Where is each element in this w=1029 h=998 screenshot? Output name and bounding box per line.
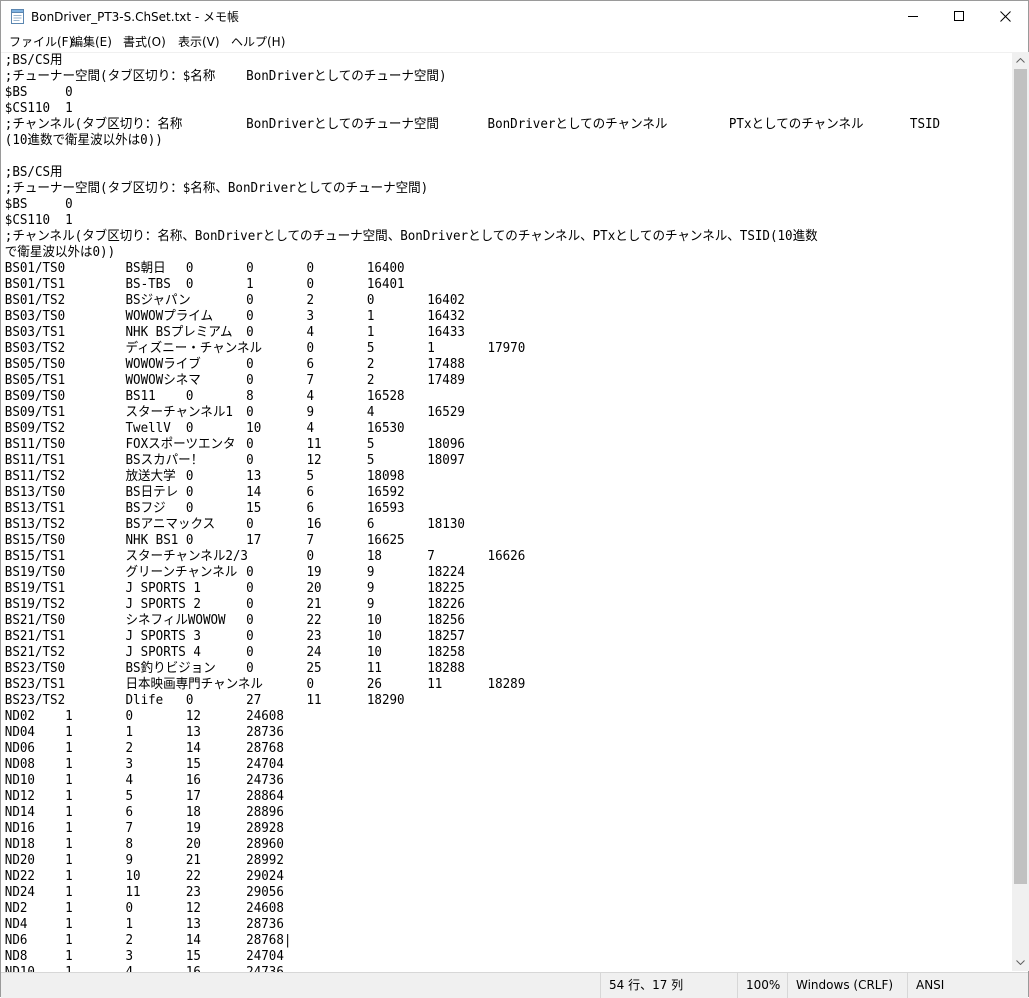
editor-text[interactable]: ;BS/CS用 ;チューナー空間(タブ区切り：$名称 BonDriverとしての… <box>1 53 961 972</box>
scroll-thumb[interactable] <box>1014 69 1027 884</box>
close-button[interactable] <box>982 1 1028 31</box>
arrow-down-icon <box>1016 960 1025 965</box>
status-bar: 54 行、17 列 100% Windows (CRLF) ANSI <box>1 972 1028 998</box>
close-icon <box>999 10 1011 22</box>
status-zoom: 100% <box>737 973 787 998</box>
maximize-icon <box>954 11 964 21</box>
menu-format[interactable]: 書式(O) <box>123 33 166 50</box>
status-cursor-position: 54 行、17 列 <box>600 973 737 998</box>
minimize-icon <box>908 16 918 17</box>
menu-file[interactable]: ファイル(F) <box>9 33 73 50</box>
scroll-down-button[interactable] <box>1012 954 1029 971</box>
vertical-scrollbar[interactable] <box>1012 52 1029 971</box>
title-bar[interactable]: BonDriver_PT3-S.ChSet.txt - メモ帳 <box>1 1 1028 31</box>
menu-view[interactable]: 表示(V) <box>178 33 220 50</box>
menu-bar: ファイル(F) 編集(E) 書式(O) 表示(V) ヘルプ(H) <box>1 31 1028 51</box>
notepad-icon <box>11 9 24 24</box>
notepad-window: BonDriver_PT3-S.ChSet.txt - メモ帳 ファイル(F) … <box>0 0 1029 998</box>
status-line-ending: Windows (CRLF) <box>787 973 907 998</box>
window-title: BonDriver_PT3-S.ChSet.txt - メモ帳 <box>31 10 240 24</box>
minimize-button[interactable] <box>890 1 936 31</box>
scroll-up-button[interactable] <box>1012 52 1029 69</box>
menu-edit[interactable]: 編集(E) <box>71 33 112 50</box>
status-encoding: ANSI <box>907 973 1028 998</box>
maximize-button[interactable] <box>936 1 982 31</box>
menu-help[interactable]: ヘルプ(H) <box>231 33 285 50</box>
arrow-up-icon <box>1016 58 1025 63</box>
text-editor[interactable]: ;BS/CS用 ;チューナー空間(タブ区切り：$名称 BonDriverとしての… <box>1 52 1012 972</box>
